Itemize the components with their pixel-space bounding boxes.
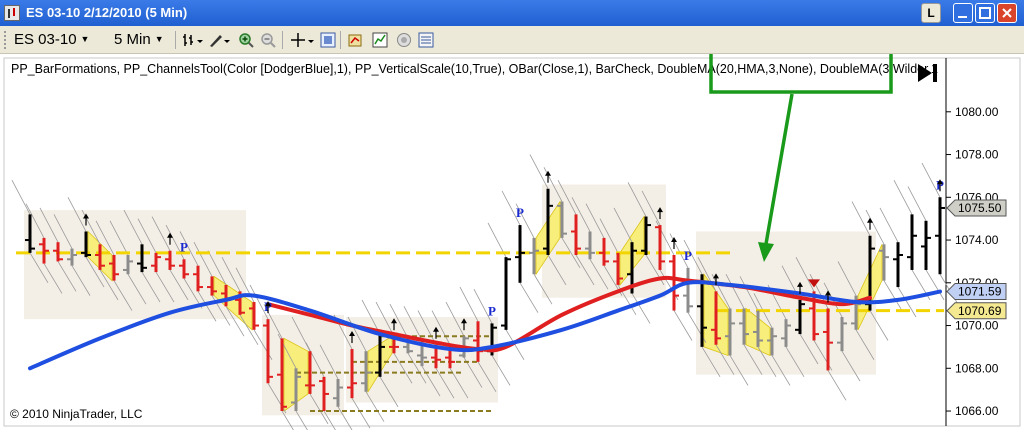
y-tick-label: 1074.00 bbox=[955, 233, 999, 247]
price-chart[interactable]: PPPPPP 1066.001068.001070.001072.001074.… bbox=[0, 54, 1024, 430]
close-icon bbox=[1002, 8, 1012, 18]
chart-list-icon[interactable] bbox=[418, 32, 434, 48]
close-button[interactable] bbox=[997, 3, 1017, 23]
copyright-text: © 2010 NinjaTrader, LLC bbox=[10, 407, 143, 421]
toolbar-separator bbox=[340, 31, 341, 49]
indicators-icon[interactable] bbox=[348, 32, 364, 48]
y-tick-label: 1066.00 bbox=[955, 404, 999, 418]
app-icon bbox=[4, 5, 20, 21]
toolbar-separator bbox=[282, 31, 283, 49]
toolbar-separator bbox=[175, 31, 176, 49]
minimize-button[interactable] bbox=[953, 3, 973, 23]
chart-panel[interactable]: PPPPPP 1066.001068.001070.001072.001074.… bbox=[0, 54, 1024, 430]
pivot-marker: P bbox=[516, 205, 524, 220]
period-label: 5 Min bbox=[114, 31, 151, 48]
chart-properties-icon[interactable] bbox=[320, 32, 336, 48]
zoom-out-icon[interactable] bbox=[260, 32, 276, 48]
y-tick-label: 1070.00 bbox=[955, 319, 999, 333]
instrument-selector[interactable]: ES 03-10 ▼ bbox=[14, 31, 89, 48]
indicator-legend: PP_BarFormations, PP_ChannelsTool(Color … bbox=[11, 62, 938, 76]
crosshair-icon[interactable] bbox=[290, 32, 316, 48]
chevron-down-icon: ▼ bbox=[154, 34, 164, 44]
minimize-icon bbox=[958, 16, 967, 18]
pivot-marker: P bbox=[488, 303, 496, 318]
y-tick-label: 1080.00 bbox=[955, 105, 999, 119]
toolbar-grip[interactable] bbox=[4, 31, 9, 49]
drawing-pencil-icon[interactable] bbox=[208, 32, 232, 48]
maximize-button[interactable] bbox=[975, 3, 995, 23]
pivot-marker: P bbox=[180, 239, 188, 254]
price-label: 1071.59 bbox=[958, 285, 1002, 299]
window-title: ES 03-10 2/12/2010 (5 Min) bbox=[26, 5, 188, 20]
period-selector[interactable]: 5 Min ▼ bbox=[114, 31, 164, 48]
price-label: 1075.50 bbox=[958, 201, 1002, 215]
chevron-down-icon: ▼ bbox=[80, 34, 90, 44]
price-label: 1070.69 bbox=[958, 304, 1002, 318]
instrument-label: ES 03-10 bbox=[14, 31, 77, 48]
zoom-in-icon[interactable] bbox=[238, 32, 254, 48]
bar-type-icon[interactable] bbox=[182, 32, 204, 48]
title-bar: ES 03-10 2/12/2010 (5 Min) L bbox=[0, 0, 1024, 26]
link-button[interactable]: L bbox=[921, 3, 941, 23]
pivot-marker: P bbox=[684, 248, 692, 263]
chart-toolbar: ES 03-10 ▼ 5 Min ▼ bbox=[0, 26, 1024, 54]
data-box-icon[interactable] bbox=[396, 32, 412, 48]
y-tick-label: 1078.00 bbox=[955, 148, 999, 162]
strategies-icon[interactable] bbox=[372, 32, 388, 48]
maximize-icon bbox=[979, 7, 991, 19]
y-tick-label: 1068.00 bbox=[955, 361, 999, 375]
